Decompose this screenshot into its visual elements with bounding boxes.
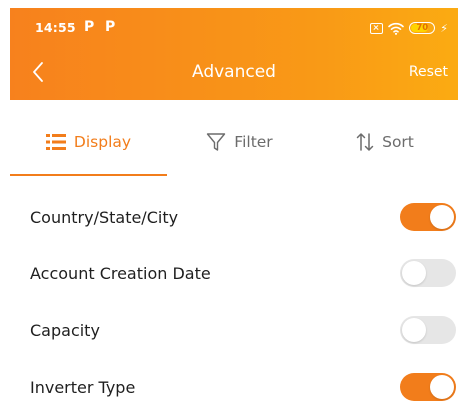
account-creation-date-toggle[interactable] bbox=[400, 259, 456, 287]
status-time: 14:55 bbox=[35, 20, 76, 35]
option-label: Country/State/City bbox=[30, 207, 179, 227]
no-sim-icon bbox=[370, 22, 384, 34]
notification-app-icon: P bbox=[84, 19, 95, 35]
app-header: 14:55 P P 70 ⚡ Advanced Reset bbox=[10, 8, 458, 100]
toggle-knob bbox=[402, 318, 426, 342]
tab-sort[interactable]: Sort bbox=[312, 108, 458, 176]
capacity-toggle[interactable] bbox=[400, 316, 456, 344]
active-tab-indicator bbox=[10, 174, 167, 176]
tab-filter[interactable]: Filter bbox=[167, 108, 312, 176]
sort-arrows-icon bbox=[356, 133, 374, 151]
status-icons: 70 ⚡ bbox=[370, 20, 448, 36]
option-label: Account Creation Date bbox=[30, 263, 211, 283]
funnel-icon bbox=[207, 133, 226, 151]
charging-icon: ⚡ bbox=[440, 21, 448, 35]
list-icon bbox=[45, 134, 66, 150]
display-option-row: Account Creation Date bbox=[10, 245, 458, 301]
option-label: Inverter Type bbox=[30, 377, 136, 397]
tab-display-label: Display bbox=[73, 133, 132, 151]
battery-level: 70 bbox=[416, 23, 429, 33]
toggle-knob bbox=[430, 375, 454, 399]
display-option-row: Capacity bbox=[10, 302, 458, 358]
inverter-type-toggle[interactable] bbox=[400, 373, 456, 401]
tab-bar: Display Filter Sort bbox=[10, 108, 458, 178]
wifi-icon bbox=[388, 22, 405, 35]
country-state-city-toggle[interactable] bbox=[400, 203, 456, 231]
notification-app-icon: P bbox=[105, 19, 116, 35]
battery-icon: 70 bbox=[409, 22, 436, 34]
page-title: Advanced bbox=[192, 62, 276, 82]
tab-sort-label: Sort bbox=[382, 133, 414, 151]
advanced-screen: 14:55 P P 70 ⚡ Advanced Reset Display Fi… bbox=[10, 8, 458, 401]
display-option-row: Inverter Type bbox=[10, 359, 458, 401]
reset-button[interactable]: Reset bbox=[409, 64, 448, 80]
option-label: Capacity bbox=[30, 320, 100, 340]
tab-display[interactable]: Display bbox=[10, 108, 167, 176]
tab-filter-label: Filter bbox=[234, 133, 273, 151]
toggle-knob bbox=[430, 205, 454, 229]
display-option-row: Country/State/City bbox=[10, 189, 458, 245]
toggle-knob bbox=[402, 261, 426, 285]
